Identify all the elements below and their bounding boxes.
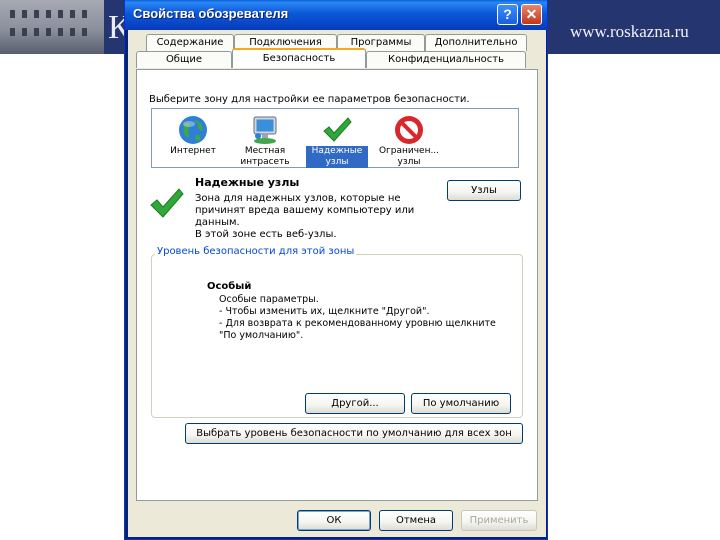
internet-options-dialog: Свойства обозревателя ? ✕ Содержание Под… [124,0,548,540]
security-level-description: Особые параметры. - Чтобы изменить их, щ… [219,294,496,341]
tab-content[interactable]: Содержание [146,34,234,51]
dialog-title: Свойства обозревателя [133,6,289,21]
zone-restricted-label: Ограничен... узлы [378,146,440,167]
ok-button[interactable]: ОК [297,510,371,531]
security-level-label: Уровень безопасности для этой зоны [155,246,357,257]
reset-all-zones-button[interactable]: Выбрать уровень безопасности по умолчани… [185,423,523,444]
sites-button[interactable]: Узлы [447,180,521,201]
tab-privacy[interactable]: Конфиденциальность [366,51,526,68]
banner-url: www.roskazna.ru [570,22,689,41]
tab-security[interactable]: Безопасность [232,48,366,68]
default-level-button[interactable]: По умолчанию [411,393,511,414]
restricted-icon [395,116,423,144]
trusted-checkmark-icon [150,188,184,218]
checkmark-icon [323,117,352,142]
cancel-button[interactable]: Отмена [379,510,453,531]
close-button[interactable]: ✕ [521,4,542,25]
building-photo [0,0,104,54]
zone-restricted[interactable]: Ограничен... узлы [378,112,440,167]
security-level-title: Особый [207,281,252,292]
zone-internet-label: Интернет [170,146,216,156]
zone-title: Надежные узлы [195,176,300,189]
zone-intranet-label: Местная интрасеть [240,146,290,167]
apply-button[interactable]: Применить [461,510,537,531]
zone-list[interactable]: Интернет Местная интрасеть Надежные узлы [151,108,519,168]
zone-prompt: Выберите зону для настройки ее параметро… [149,94,470,105]
zone-description: Зона для надежных узлов, которые не прич… [195,193,415,240]
title-bar[interactable]: Свойства обозревателя ? ✕ [125,0,547,30]
custom-level-button[interactable]: Другой... [305,393,405,414]
zone-internet[interactable]: Интернет [162,112,224,166]
help-button[interactable]: ? [497,4,518,25]
intranet-icon [253,116,277,144]
zone-intranet[interactable]: Местная интрасеть [234,112,296,167]
zone-trusted[interactable]: Надежные узлы [306,112,368,168]
zone-trusted-label: Надежные узлы [306,146,368,168]
tab-advanced[interactable]: Дополнительно [425,34,527,51]
tab-general[interactable]: Общие [136,51,232,68]
globe-icon [179,116,207,144]
